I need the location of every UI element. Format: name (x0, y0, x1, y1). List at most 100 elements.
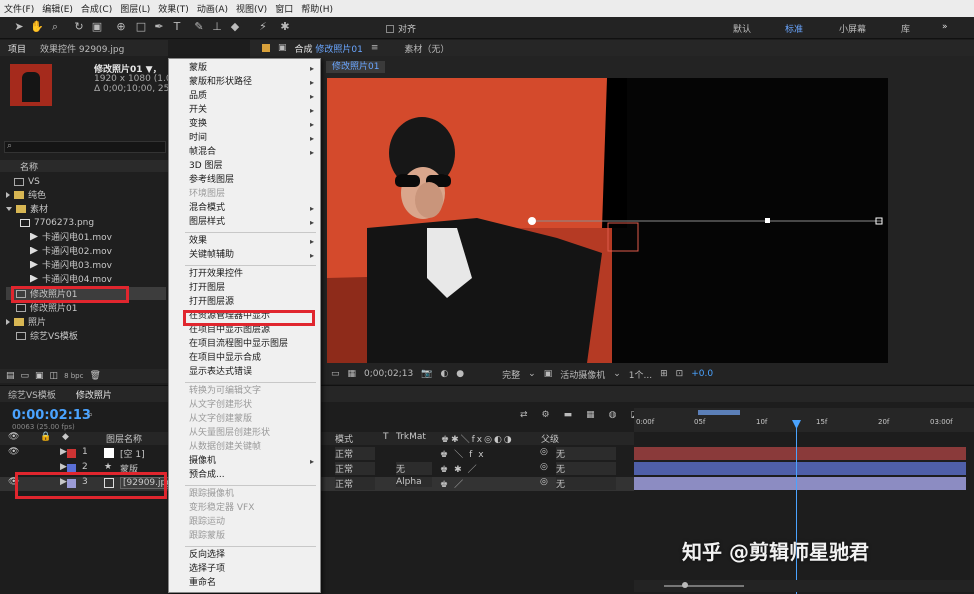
pick-whip-icon[interactable]: ◎ (540, 477, 548, 487)
menu-item[interactable]: 混合模式 ▸ (189, 202, 316, 215)
switches-icon[interactable]: ♚✱＼fx◎◐◑ (441, 432, 514, 445)
brush-tool-icon[interactable]: ✎ (192, 20, 206, 34)
composition-viewer[interactable] (327, 78, 888, 363)
timecode-label[interactable]: 0;00;02;13 (364, 369, 413, 379)
menu-item[interactable]: 3D 图层 (189, 160, 316, 173)
text-tool-icon[interactable]: T (170, 20, 184, 34)
region-of-interest-icon[interactable]: ▭ (331, 369, 340, 379)
menu-item[interactable]: 预合成... (189, 469, 316, 482)
tab-vs-template[interactable]: 综艺VS模板 (8, 388, 56, 401)
column-t[interactable]: T (383, 432, 389, 442)
time-ruler[interactable]: 0:00f 05f 10f 15f 20f 03:00f (634, 408, 974, 432)
list-item[interactable]: 卡通闪电01.mov (30, 230, 190, 243)
expand-arrow-icon[interactable]: ▶ (60, 447, 67, 457)
color-icon[interactable]: ● (456, 369, 464, 379)
workspace-default[interactable]: 默认 (733, 22, 751, 35)
list-item[interactable]: 卡通闪电03.mov (30, 258, 190, 271)
menu-item[interactable]: 显示表达式错误 (189, 366, 316, 379)
menu-item[interactable]: 在项目流程图中显示图层 (189, 338, 316, 351)
menu-item[interactable]: 蒙版和形状路径 ▸ (189, 76, 316, 89)
pen-tool-icon[interactable]: ✒ (152, 20, 166, 34)
views-select[interactable]: 1个... (629, 368, 652, 381)
trkmat-select[interactable]: Alpha (396, 477, 432, 487)
column-layer-name[interactable]: 图层名称 (106, 432, 142, 445)
timeline-zoom-bar[interactable] (634, 580, 974, 592)
collapse-arrow-icon[interactable] (6, 206, 12, 211)
tab-composition[interactable]: 合成 修改照片01 (295, 42, 363, 55)
menu-animation[interactable]: 动画(A) (193, 2, 232, 15)
trkmat-select[interactable]: 无 (396, 462, 432, 475)
menu-item[interactable]: 摄像机 ▸ (189, 455, 316, 468)
rotate-tool-icon[interactable]: ↻ (72, 20, 86, 34)
more-workspaces-icon[interactable]: » (942, 22, 948, 32)
expand-arrow-icon[interactable] (6, 191, 10, 198)
interpret-footage-icon[interactable]: ▤ (6, 371, 15, 381)
workspace-small-screen[interactable]: 小屏幕 (839, 22, 866, 35)
column-trkmat[interactable]: TrkMat (396, 432, 426, 442)
clone-tool-icon[interactable]: ⊥ (210, 20, 224, 34)
layer-bar-2[interactable] (634, 462, 966, 475)
parent-select[interactable]: 无 (556, 447, 616, 460)
column-mode[interactable]: 模式 (335, 432, 353, 445)
workspace-library[interactable]: 库 (901, 22, 910, 35)
chevron-down-icon[interactable]: ⌄ (613, 369, 621, 379)
pick-whip-icon[interactable]: ◎ (540, 447, 548, 457)
list-item[interactable]: 纯色 (6, 188, 166, 201)
layer-switches-icon[interactable]: ♚／ (440, 477, 469, 490)
menu-item[interactable]: 打开图层源 (189, 296, 316, 309)
selection-tool-icon[interactable]: ➤ (12, 20, 26, 34)
label-color[interactable] (67, 449, 76, 458)
menu-item[interactable]: 帧混合 ▸ (189, 146, 316, 159)
menu-item[interactable]: 打开效果控件 (189, 268, 316, 281)
label-icon[interactable]: ◆ (62, 432, 69, 442)
mode-select[interactable]: 正常 (335, 462, 375, 475)
column-name[interactable]: 名称 (20, 160, 38, 173)
rectangle-tool-icon[interactable]: □ (134, 20, 148, 34)
list-item[interactable]: VS (6, 175, 166, 188)
tab-footage[interactable]: 素材（无） (404, 42, 449, 55)
menu-composition[interactable]: 合成(C) (77, 2, 116, 15)
breadcrumb[interactable]: 修改照片01 (326, 61, 386, 73)
menu-effect[interactable]: 效果(T) (154, 2, 193, 15)
layer-bar-1[interactable] (634, 447, 966, 460)
shy-icon[interactable]: ▬ (564, 410, 573, 420)
menu-file[interactable]: 文件(F) (0, 2, 38, 15)
motion-blur-icon[interactable]: ◍ (609, 410, 617, 420)
menu-item[interactable]: 品质 ▸ (189, 90, 316, 103)
list-item[interactable]: 7706273.png (20, 216, 180, 229)
new-folder-icon[interactable]: ▭ (21, 371, 30, 381)
menu-item[interactable]: 反向选择 (189, 549, 316, 562)
menu-item[interactable]: 关键帧辅助 ▸ (189, 249, 316, 262)
color-depth-icon[interactable]: ◫ (50, 371, 59, 381)
menu-item[interactable]: 开关 ▸ (189, 104, 316, 117)
menu-item[interactable]: 选择子项 (189, 563, 316, 576)
camera-select[interactable]: 活动摄像机 (560, 368, 605, 381)
tab-effect-controls[interactable]: 效果控件 92909.jpg (40, 42, 124, 55)
project-search-input[interactable]: ⌕ (4, 141, 166, 153)
comp-flowchart-icon[interactable]: ⇄ (520, 410, 528, 420)
exposure-value[interactable]: +0.0 (691, 369, 713, 379)
expand-arrow-icon[interactable] (6, 318, 10, 325)
layer-switches-icon[interactable]: ♚＼fx (440, 447, 490, 460)
lock-icon[interactable] (262, 44, 270, 52)
frame-blend-icon[interactable]: ▦ (586, 410, 595, 420)
tab-menu-icon[interactable]: ≡ (371, 43, 379, 53)
menu-item[interactable]: 效果 ▸ (189, 235, 316, 248)
eye-icon[interactable]: 👁 (8, 447, 19, 457)
transparency-grid-icon[interactable]: ▦ (348, 369, 357, 379)
menu-help[interactable]: 帮助(H) (297, 2, 337, 15)
menu-item[interactable]: 变换 ▸ (189, 118, 316, 131)
mode-select[interactable]: 正常 (335, 477, 375, 490)
pan-behind-tool-icon[interactable]: ⊕ (114, 20, 128, 34)
eraser-tool-icon[interactable]: ◆ (228, 20, 242, 34)
menu-item[interactable]: 蒙版 ▸ (189, 62, 316, 75)
hand-tool-icon[interactable]: ✋ (30, 20, 44, 34)
snapshot-icon[interactable]: 📷 (421, 369, 432, 379)
menu-item[interactable]: 重命名 (189, 577, 316, 590)
list-item[interactable]: 素材 (6, 202, 166, 215)
parent-select[interactable]: 无 (556, 462, 616, 475)
menu-item[interactable]: 图层样式 ▸ (189, 216, 316, 229)
layer-switches-icon[interactable]: ♚✱／ (440, 462, 483, 475)
tab-modify-photo[interactable]: 修改照片 (76, 388, 112, 401)
menu-item[interactable]: 参考线图层 (189, 174, 316, 187)
